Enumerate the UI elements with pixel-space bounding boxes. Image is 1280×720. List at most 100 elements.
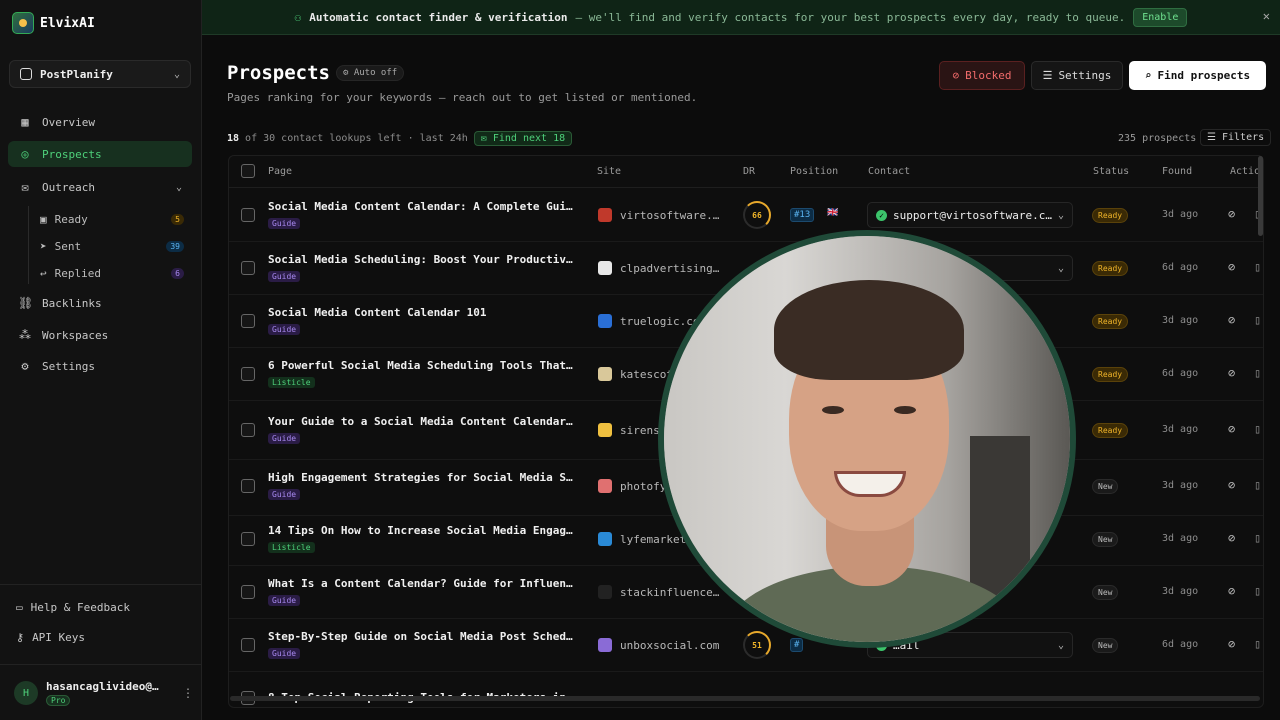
block-icon[interactable]: ⊘ [1228,531,1235,545]
app-logo[interactable]: ElvixAI [12,12,95,34]
col-position[interactable]: Position [790,166,838,177]
block-icon[interactable]: ⊘ [1228,366,1235,380]
more-action-icon[interactable]: ▯ [1254,313,1261,327]
page-title-cell[interactable]: What Is a Content Calendar? Guide for In… [268,577,576,590]
nav-settings-label: Settings [42,359,95,373]
row-checkbox[interactable] [241,638,255,652]
nav-overview[interactable]: ▦ Overview [8,109,192,135]
send-icon: ➤ [40,239,47,253]
row-checkbox[interactable] [241,585,255,599]
country-flag-icon: 🇬🇧 [827,208,839,218]
row-checkbox[interactable] [241,261,255,275]
more-action-icon[interactable]: ▯ [1254,478,1261,492]
more-action-icon[interactable]: ▯ [1254,531,1261,545]
block-icon[interactable]: ⊘ [1228,422,1235,436]
site-cell[interactable]: virtosoftware.com [620,209,722,222]
webcam-overlay[interactable] [658,230,1076,648]
enable-button[interactable]: Enable [1133,7,1188,27]
users-icon: ⚇ [294,10,302,24]
replied-count-badge: 6 [171,267,184,279]
row-checkbox[interactable] [241,532,255,546]
col-contact[interactable]: Contact [868,166,910,177]
page-title-cell[interactable]: Your Guide to a Social Media Content Cal… [268,415,576,428]
row-checkbox[interactable] [241,423,255,437]
user-name: hasancaglivideo@… [46,680,159,693]
api-keys-link[interactable]: ⚷ API Keys [16,631,85,644]
user-menu[interactable]: H hasancaglivideo@… Pro ⋮ [14,680,194,706]
verified-icon: ✓ [876,209,887,221]
page-title-cell[interactable]: Social Media Scheduling: Boost Your Prod… [268,253,576,266]
block-icon[interactable]: ⊘ [1228,478,1235,492]
nav-replied-label: Replied [54,266,101,280]
block-icon[interactable]: ⊘ [1228,207,1235,221]
block-icon[interactable]: ⊘ [1228,584,1235,598]
row-checkbox[interactable] [241,367,255,381]
nav-ready[interactable]: ▣ Ready 5 [40,209,184,229]
col-site[interactable]: Site [597,166,621,177]
row-checkbox[interactable] [241,479,255,493]
horizontal-scrollbar[interactable] [230,696,1260,701]
site-favicon [598,261,612,275]
reply-icon: ↩ [40,266,47,280]
find-prospects-button[interactable]: ⌕ Find prospects [1129,61,1266,90]
help-label: Help & Feedback [30,601,130,614]
close-icon[interactable]: ✕ [1263,9,1270,23]
more-action-icon[interactable]: ▯ [1254,260,1261,274]
person-hair [774,280,964,380]
blocked-button[interactable]: ⊘ Blocked [939,61,1025,90]
nav-backlinks[interactable]: ⛓ Backlinks [8,290,192,316]
more-vertical-icon[interactable]: ⋮ [182,686,194,700]
page-title-cell[interactable]: Step-By-Step Guide on Social Media Post … [268,630,576,643]
page-type-tag: Guide [268,433,301,444]
page-type-tag: Guide [268,271,301,282]
found-date: 3d ago [1162,424,1199,435]
block-icon[interactable]: ⊘ [1228,260,1235,274]
sidebar: ElvixAI PostPlanify ⌄ ▦ Overview ◎ Prosp… [0,0,202,720]
table-row[interactable]: Social Media Content Calendar: A Complet… [229,189,1263,242]
help-feedback-link[interactable]: ▭ Help & Feedback [16,601,130,614]
row-checkbox[interactable] [241,314,255,328]
more-action-icon[interactable]: ▯ [1254,422,1261,436]
status-badge: New [1092,532,1119,547]
settings-button[interactable]: ☰ Settings [1031,61,1123,90]
nav-prospects[interactable]: ◎ Prospects [8,141,192,167]
col-dr[interactable]: DR [743,166,755,177]
person-eye [894,406,916,414]
vertical-scrollbar[interactable] [1258,156,1263,236]
col-status[interactable]: Status [1093,166,1129,177]
nav-replied[interactable]: ↩ Replied 6 [40,263,184,283]
table-row[interactable]: 8 Top Social Reporting Tools for Markete… [229,672,1263,707]
nav-overview-label: Overview [42,115,95,129]
inbox-icon: ▣ [40,212,47,226]
col-page[interactable]: Page [268,166,292,177]
col-found[interactable]: Found [1162,166,1192,177]
prospects-count: 235 prospects [1118,133,1197,144]
page-title-cell[interactable]: Social Media Content Calendar 101 [268,306,576,319]
workspace-selector[interactable]: PostPlanify ⌄ [9,60,191,88]
page-title-cell[interactable]: High Engagement Strategies for Social Me… [268,471,576,484]
row-checkbox[interactable] [241,208,255,222]
found-date: 3d ago [1162,315,1199,326]
select-all-checkbox[interactable] [241,164,255,178]
nav-workspaces[interactable]: ⁂ Workspaces [8,322,192,348]
page-title-cell[interactable]: Social Media Content Calendar: A Complet… [268,200,576,213]
more-action-icon[interactable]: ▯ [1254,366,1261,380]
nav-outreach[interactable]: ✉ Outreach ⌄ [8,174,192,200]
page-title-cell[interactable]: 6 Powerful Social Media Scheduling Tools… [268,359,576,372]
nav-sent[interactable]: ➤ Sent 39 [40,236,184,256]
page-type-tag: Listicle [268,542,315,553]
page-type-tag: Listicle [268,377,315,388]
site-favicon [598,532,612,546]
nav-settings[interactable]: ⚙ Settings [8,353,192,379]
filters-button[interactable]: ☰ Filters [1200,129,1272,146]
find-next-button[interactable]: ✉ Find next 18 [473,131,573,146]
auto-status-badge[interactable]: ⚙ Auto off [336,65,405,81]
find-next-label: Find next 18 [492,133,566,144]
more-action-icon[interactable]: ▯ [1254,584,1261,598]
more-action-icon[interactable]: ▯ [1254,637,1261,651]
block-icon[interactable]: ⊘ [1228,637,1235,651]
chevron-down-icon: ⌄ [1057,209,1064,221]
page-title-cell[interactable]: 14 Tips On How to Increase Social Media … [268,524,576,537]
contact-selector[interactable]: ✓ support@virtosoftware.com ⌄ [867,202,1073,228]
block-icon[interactable]: ⊘ [1228,313,1235,327]
